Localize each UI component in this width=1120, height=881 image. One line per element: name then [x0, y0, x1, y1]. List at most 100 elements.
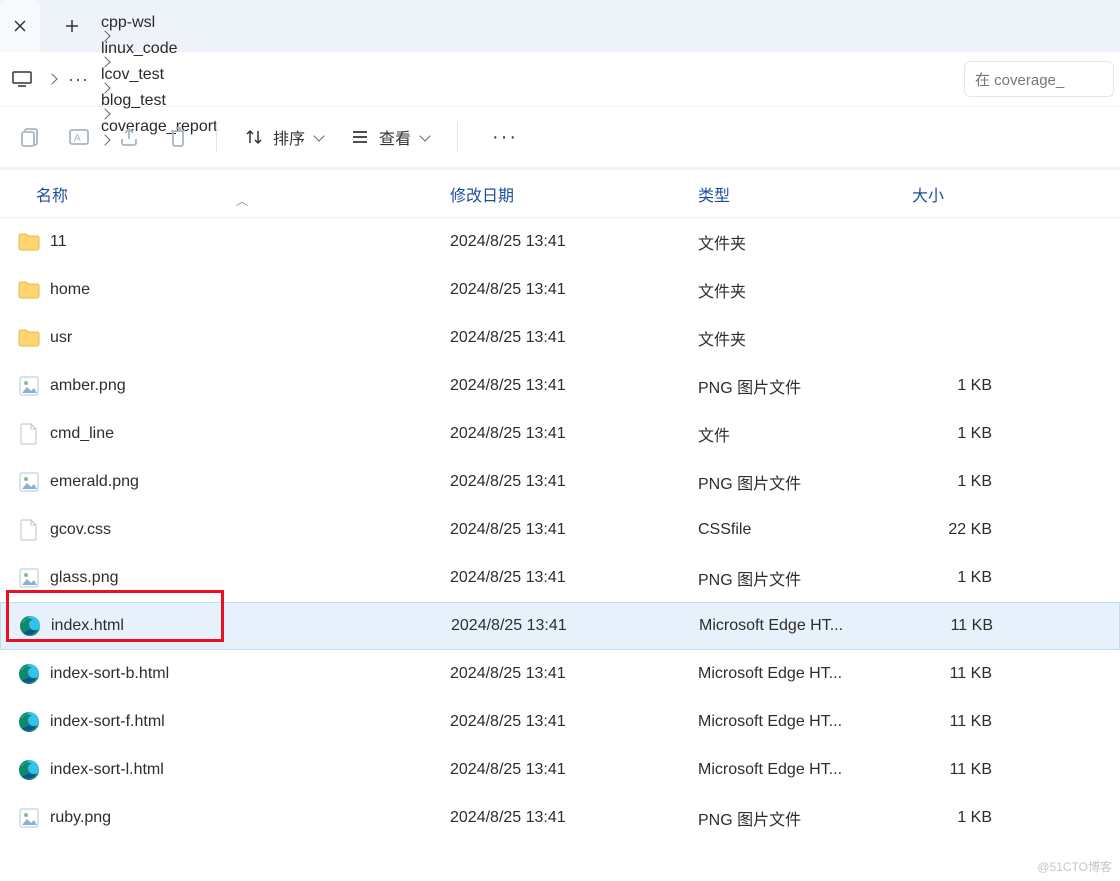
monitor-icon[interactable]: [6, 71, 38, 87]
file-size: 11 KB: [912, 761, 1032, 779]
chevron-right-icon[interactable]: [95, 110, 224, 118]
file-name: 11: [50, 233, 67, 251]
breadcrumb-item[interactable]: cpp-wsl: [95, 14, 224, 32]
file-date: 2024/8/25 13:41: [450, 281, 698, 299]
file-date: 2024/8/25 13:41: [450, 473, 698, 491]
file-row[interactable]: usr 2024/8/25 13:41文件夹: [0, 314, 1120, 362]
share-button[interactable]: [118, 126, 140, 148]
file-row[interactable]: gcov.css2024/8/25 13:41CSSfile22 KB: [0, 506, 1120, 554]
file-row[interactable]: 112024/8/25 13:41文件夹: [0, 218, 1120, 266]
file-size: 1 KB: [912, 425, 1032, 443]
file-name: home: [50, 281, 90, 299]
png-icon: [18, 567, 40, 589]
file-type: 文件夹: [698, 278, 912, 302]
file-date: 2024/8/25 13:41: [450, 233, 698, 251]
delete-button[interactable]: [168, 126, 188, 148]
copy-button[interactable]: [20, 126, 40, 148]
file-date: 2024/8/25 13:41: [450, 665, 698, 683]
file-type: PNG 图片文件: [698, 470, 912, 494]
folder-icon: [18, 327, 40, 349]
chevron-right-icon[interactable]: [95, 32, 224, 40]
file-icon: [18, 519, 40, 541]
file-name: emerald.png: [50, 473, 139, 491]
file-type: 文件: [698, 422, 912, 446]
png-icon: [18, 375, 40, 397]
file-name: amber.png: [50, 377, 126, 395]
file-row[interactable]: index.html2024/8/25 13:41Microsoft Edge …: [0, 602, 1120, 650]
file-date: 2024/8/25 13:41: [450, 713, 698, 731]
column-header-type[interactable]: 类型: [698, 182, 912, 206]
file-date: 2024/8/25 13:41: [450, 377, 698, 395]
file-date: 2024/8/25 13:41: [450, 425, 698, 443]
address-bar: ··· cpp-wsllinux_codelcov_testblog_testc…: [0, 52, 1120, 106]
tab-close-button[interactable]: [0, 0, 40, 52]
file-list: 112024/8/25 13:41文件夹home2024/8/25 13:41文…: [0, 218, 1120, 842]
breadcrumb-item[interactable]: coverage_report: [95, 118, 224, 136]
file-name: glass.png: [50, 569, 119, 587]
file-date: 2024/8/25 13:41: [450, 809, 698, 827]
edge-icon: [18, 759, 40, 781]
search-input[interactable]: 在 coverage_: [964, 61, 1114, 97]
file-row[interactable]: index-sort-l.html2024/8/25 13:41Microsof…: [0, 746, 1120, 794]
sort-dropdown[interactable]: 排序: [245, 125, 323, 149]
breadcrumb-item[interactable]: blog_test: [95, 92, 224, 110]
file-row[interactable]: glass.png2024/8/25 13:41PNG 图片文件1 KB: [0, 554, 1120, 602]
file-row[interactable]: index-sort-b.html 2024/8/25 13:41Microsof…: [0, 650, 1120, 698]
chevron-right-icon[interactable]: [95, 84, 224, 92]
toolbar-divider: [216, 122, 217, 152]
file-name: index-sort-f.html: [50, 713, 165, 731]
file-size: 1 KB: [912, 809, 1032, 827]
breadcrumb-item[interactable]: linux_code: [95, 40, 224, 58]
file-size: 22 KB: [912, 521, 1032, 539]
file-type: Microsoft Edge HT...: [698, 665, 912, 683]
file-row[interactable]: index-sort-f.html 2024/8/25 13:41Microsof…: [0, 698, 1120, 746]
more-button[interactable]: ···: [486, 126, 524, 149]
file-row[interactable]: amber.png2024/8/25 13:41PNG 图片文件1 KB: [0, 362, 1120, 410]
file-name: index-sort-b.html: [50, 665, 169, 683]
chevron-right-icon[interactable]: [95, 58, 224, 66]
file-date: 2024/8/25 13:41: [450, 569, 698, 587]
watermark: @51CTO博客: [1037, 858, 1112, 875]
file-date: 2024/8/25 13:41: [450, 521, 698, 539]
column-headers: 名称 ︿ 修改日期 类型 大小: [0, 170, 1120, 218]
chevron-right-icon[interactable]: [95, 136, 224, 144]
file-type: Microsoft Edge HT...: [698, 713, 912, 731]
file-name: ruby.png: [50, 809, 111, 827]
rename-button[interactable]: A: [68, 126, 90, 148]
file-type: 文件夹: [698, 326, 912, 350]
file-name: index.html: [51, 617, 124, 635]
folder-icon: [18, 231, 40, 253]
column-header-date[interactable]: 修改日期: [450, 182, 698, 206]
chevron-right-icon[interactable]: [42, 75, 62, 83]
chevron-down-icon: [419, 130, 430, 141]
file-row[interactable]: emerald.png 2024/8/25 13:41PNG 图片文件1 KB: [0, 458, 1120, 506]
view-dropdown[interactable]: 查看: [351, 125, 429, 149]
png-icon: [18, 807, 40, 829]
file-size: 1 KB: [912, 377, 1032, 395]
file-size: 1 KB: [912, 473, 1032, 491]
column-header-name[interactable]: 名称 ︿: [0, 182, 450, 206]
file-size: 11 KB: [912, 713, 1032, 731]
new-tab-button[interactable]: [52, 0, 92, 52]
file-type: PNG 图片文件: [698, 566, 912, 590]
file-icon: [18, 423, 40, 445]
edge-icon: [19, 615, 41, 637]
file-name: usr: [50, 329, 72, 347]
file-row[interactable]: ruby.png2024/8/25 13:41PNG 图片文件1 KB: [0, 794, 1120, 842]
breadcrumb-item[interactable]: lcov_test: [95, 66, 224, 84]
column-header-size[interactable]: 大小: [912, 182, 1032, 206]
chevron-down-icon: [313, 130, 324, 141]
edge-icon: [18, 663, 40, 685]
edge-icon: [18, 711, 40, 733]
view-label: 查看: [379, 125, 411, 149]
file-row[interactable]: home 2024/8/25 13:41文件夹: [0, 266, 1120, 314]
file-row[interactable]: cmd_line2024/8/25 13:41文件1 KB: [0, 410, 1120, 458]
file-name: index-sort-l.html: [50, 761, 164, 779]
folder-icon: [18, 279, 40, 301]
breadcrumb-overflow[interactable]: ···: [66, 69, 91, 90]
svg-text:A: A: [74, 133, 81, 144]
sort-indicator-icon: ︿: [236, 192, 248, 209]
file-size: 11 KB: [913, 617, 1033, 635]
png-icon: [18, 471, 40, 493]
file-date: 2024/8/25 13:41: [450, 329, 698, 347]
